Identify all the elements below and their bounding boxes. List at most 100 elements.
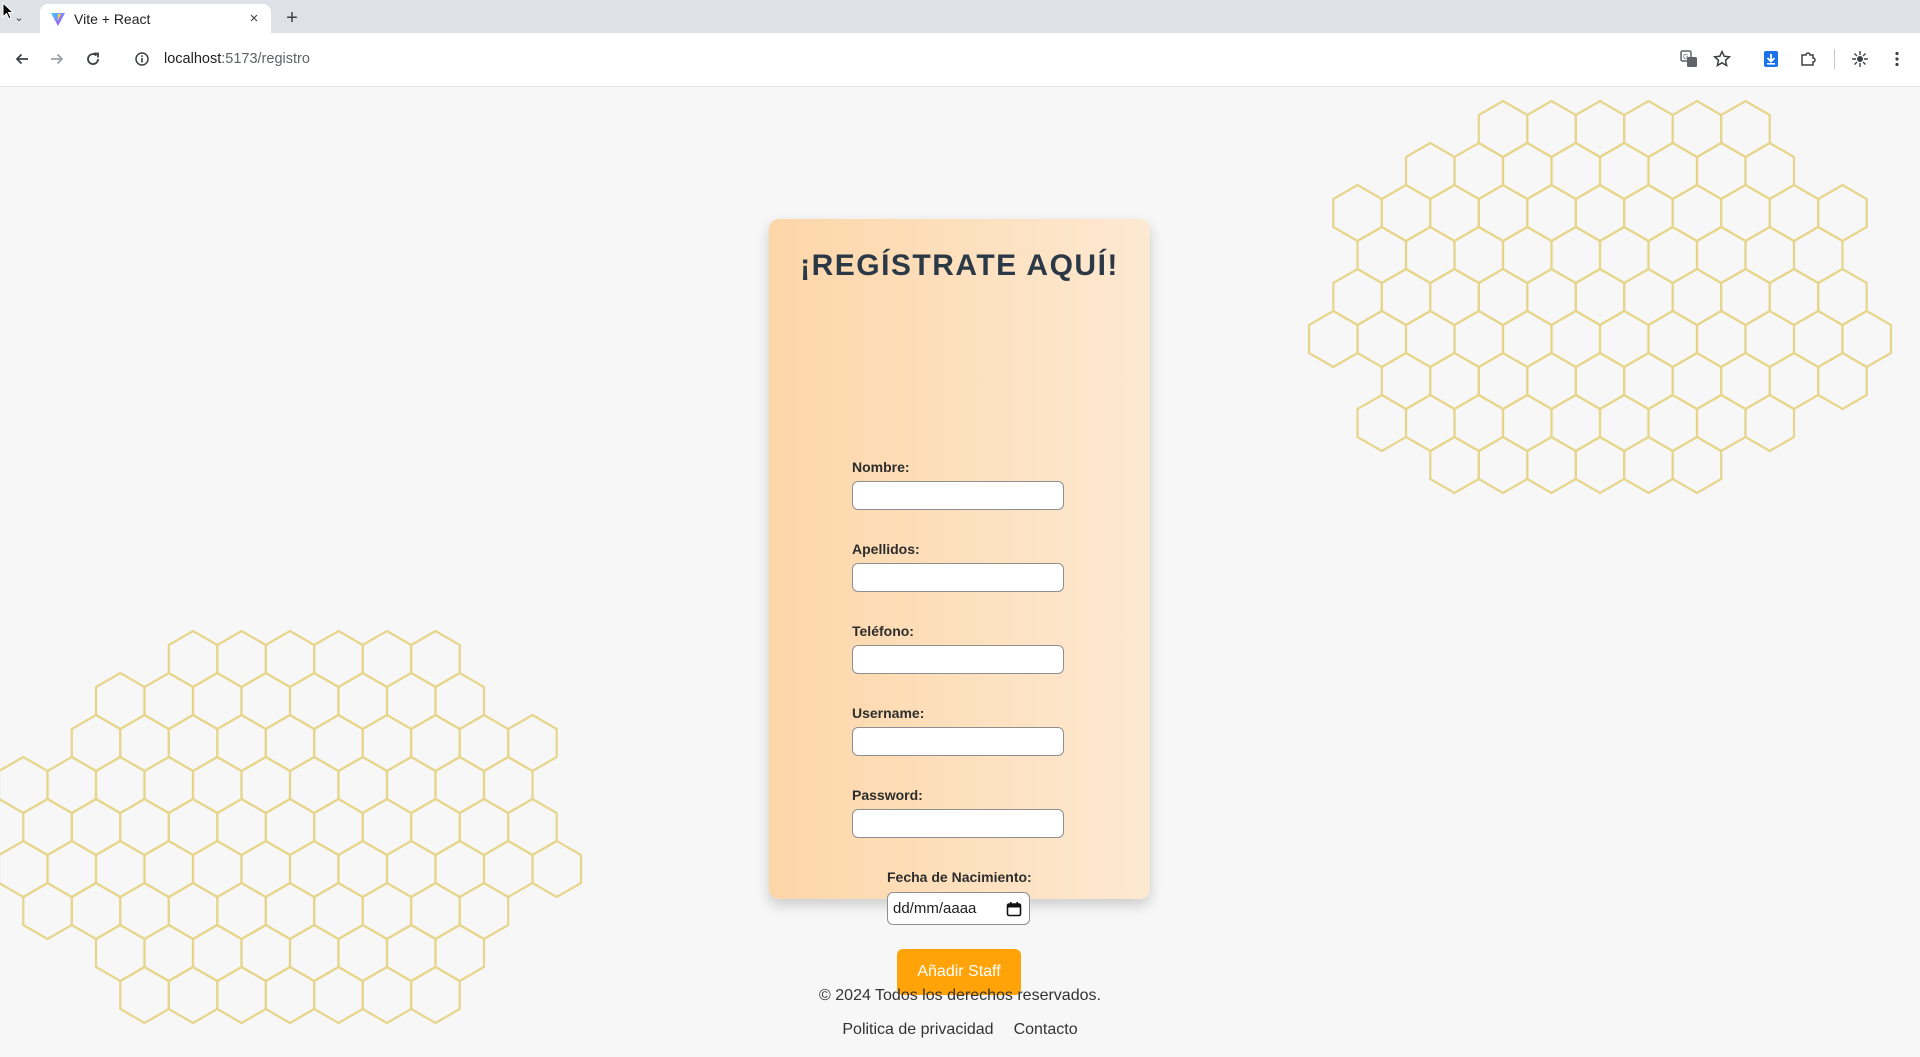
honeycomb-cell	[1477, 99, 1529, 159]
chevron-down-icon: ⌄	[14, 11, 24, 24]
reload-button[interactable]	[80, 46, 106, 72]
url-host: localhost	[164, 51, 222, 67]
profile-button[interactable]	[1847, 46, 1873, 72]
username-input[interactable]	[852, 727, 1064, 756]
honeycomb-cell	[264, 629, 316, 689]
forward-button[interactable]	[44, 46, 70, 72]
honeycomb-cell	[94, 755, 146, 815]
honeycomb-cell	[240, 671, 292, 731]
profile-icon	[1852, 51, 1868, 67]
honeycomb-cell	[1356, 225, 1408, 285]
tab-title: Vite + React	[74, 10, 151, 27]
apellidos-input[interactable]	[852, 563, 1064, 592]
arrow-right-icon	[51, 53, 64, 65]
honeycomb-cell	[458, 881, 510, 941]
arrow-left-icon	[15, 53, 28, 65]
honeycomb-cell	[46, 839, 98, 899]
honeycomb-cell	[1574, 267, 1626, 327]
translate-button[interactable]: G	[1676, 46, 1702, 72]
honeycomb-cell	[458, 797, 510, 857]
extensions-button[interactable]	[1795, 46, 1821, 72]
honeycomb-cell	[191, 839, 243, 899]
honeycomb-cell	[1453, 309, 1505, 369]
honeycomb-cell	[1477, 267, 1529, 327]
address-bar[interactable]: localhost:5173/registro	[124, 39, 1694, 79]
new-tab-button[interactable]: +	[281, 7, 303, 29]
honeycomb-cell	[1501, 309, 1553, 369]
honeycomb-cell	[1695, 141, 1747, 201]
honeycomb-cell	[1768, 267, 1820, 327]
honeycomb-cell	[1356, 309, 1408, 369]
honeycomb-cell	[240, 755, 292, 815]
honeycomb-cell	[1550, 141, 1602, 201]
url-path: :5173/registro	[221, 51, 310, 67]
honeycomb-cell	[288, 755, 340, 815]
honeycomb-cell	[94, 671, 146, 731]
honeycomb-cell	[1477, 351, 1529, 411]
honeycomb-cell	[264, 881, 316, 941]
fecha-nacimiento-input[interactable]: dd/mm/aaaa	[887, 892, 1030, 925]
honeycomb-cell	[1744, 309, 1796, 369]
apellidos-label: Apellidos:	[852, 541, 920, 557]
honeycomb-cell	[143, 923, 195, 983]
honeycomb-cell	[1477, 183, 1529, 243]
honeycomb-cell	[1501, 225, 1553, 285]
download-icon	[1764, 51, 1778, 67]
bookmark-button[interactable]	[1709, 46, 1735, 72]
honeycomb-cell	[410, 629, 461, 689]
privacy-policy-link[interactable]: Politica de privacidad	[842, 1021, 993, 1039]
downloads-button[interactable]	[1758, 46, 1784, 72]
honeycomb-cell	[1720, 267, 1771, 327]
nombre-label: Nombre:	[852, 459, 910, 475]
username-label: Username:	[852, 705, 925, 721]
honeycomb-cell	[507, 713, 558, 773]
footer-copyright: © 2024 Todos los derechos reservados.	[819, 987, 1101, 1004]
honeycomb-cell	[1574, 435, 1626, 495]
honeycomb-cell	[1307, 309, 1359, 369]
translate-icon: G	[1680, 50, 1697, 67]
honeycomb-cell	[337, 923, 389, 983]
honeycomb-cell	[167, 797, 219, 857]
honeycomb-cell	[1695, 309, 1747, 369]
honeycomb-cell	[1647, 225, 1699, 285]
toolbar-divider	[1834, 49, 1835, 69]
honeycomb-cell	[385, 671, 437, 731]
honeycomb-cell	[1817, 351, 1868, 411]
honeycomb-cell	[1574, 351, 1626, 411]
honeycomb-cell	[1841, 309, 1893, 369]
telefono-input[interactable]	[852, 645, 1064, 674]
honeycomb-cell	[1404, 141, 1456, 201]
site-info-button[interactable]	[130, 47, 154, 71]
page-title: ¡REGÍSTRATE AQUÍ!	[800, 249, 1119, 282]
honeycomb-cell	[1550, 393, 1602, 453]
browser-tab-active[interactable]: Vite + React ×	[40, 4, 271, 33]
honeycomb-cell	[1695, 393, 1747, 453]
honeycomb-cell	[191, 923, 243, 983]
nombre-input[interactable]	[852, 481, 1064, 510]
honeycomb-cell	[119, 797, 170, 857]
honeycomb-cell	[1817, 183, 1868, 243]
honeycomb-cell	[1598, 393, 1650, 453]
honeycomb-cell	[1744, 225, 1796, 285]
honeycomb-cell	[46, 755, 98, 815]
puzzle-icon	[1801, 52, 1816, 66]
password-input[interactable]	[852, 809, 1064, 838]
honeycomb-cell	[1453, 225, 1505, 285]
honeycomb-cell	[1477, 435, 1529, 495]
honeycomb-cell	[1429, 183, 1480, 243]
honeycomb-cell	[191, 671, 243, 731]
honeycomb-cell	[1792, 225, 1844, 285]
calendar-icon[interactable]	[1006, 901, 1022, 917]
close-icon[interactable]: ×	[245, 10, 263, 28]
back-button[interactable]	[9, 46, 35, 72]
honeycomb-cell	[361, 713, 413, 773]
honeycomb-cell	[1744, 141, 1796, 201]
honeycomb-cell	[1598, 309, 1650, 369]
honeycomb-cell	[1453, 141, 1505, 201]
honeycomb-cell	[1404, 309, 1456, 369]
page-content: ¡REGÍSTRATE AQUÍ! Nombre: Apellidos: Tel…	[0, 87, 1920, 1053]
fecha-nacimiento-label: Fecha de Nacimiento:	[887, 869, 1032, 885]
honeycomb-cell	[434, 671, 486, 731]
browser-menu-button[interactable]	[1884, 46, 1910, 72]
contact-link[interactable]: Contacto	[1014, 1021, 1078, 1039]
